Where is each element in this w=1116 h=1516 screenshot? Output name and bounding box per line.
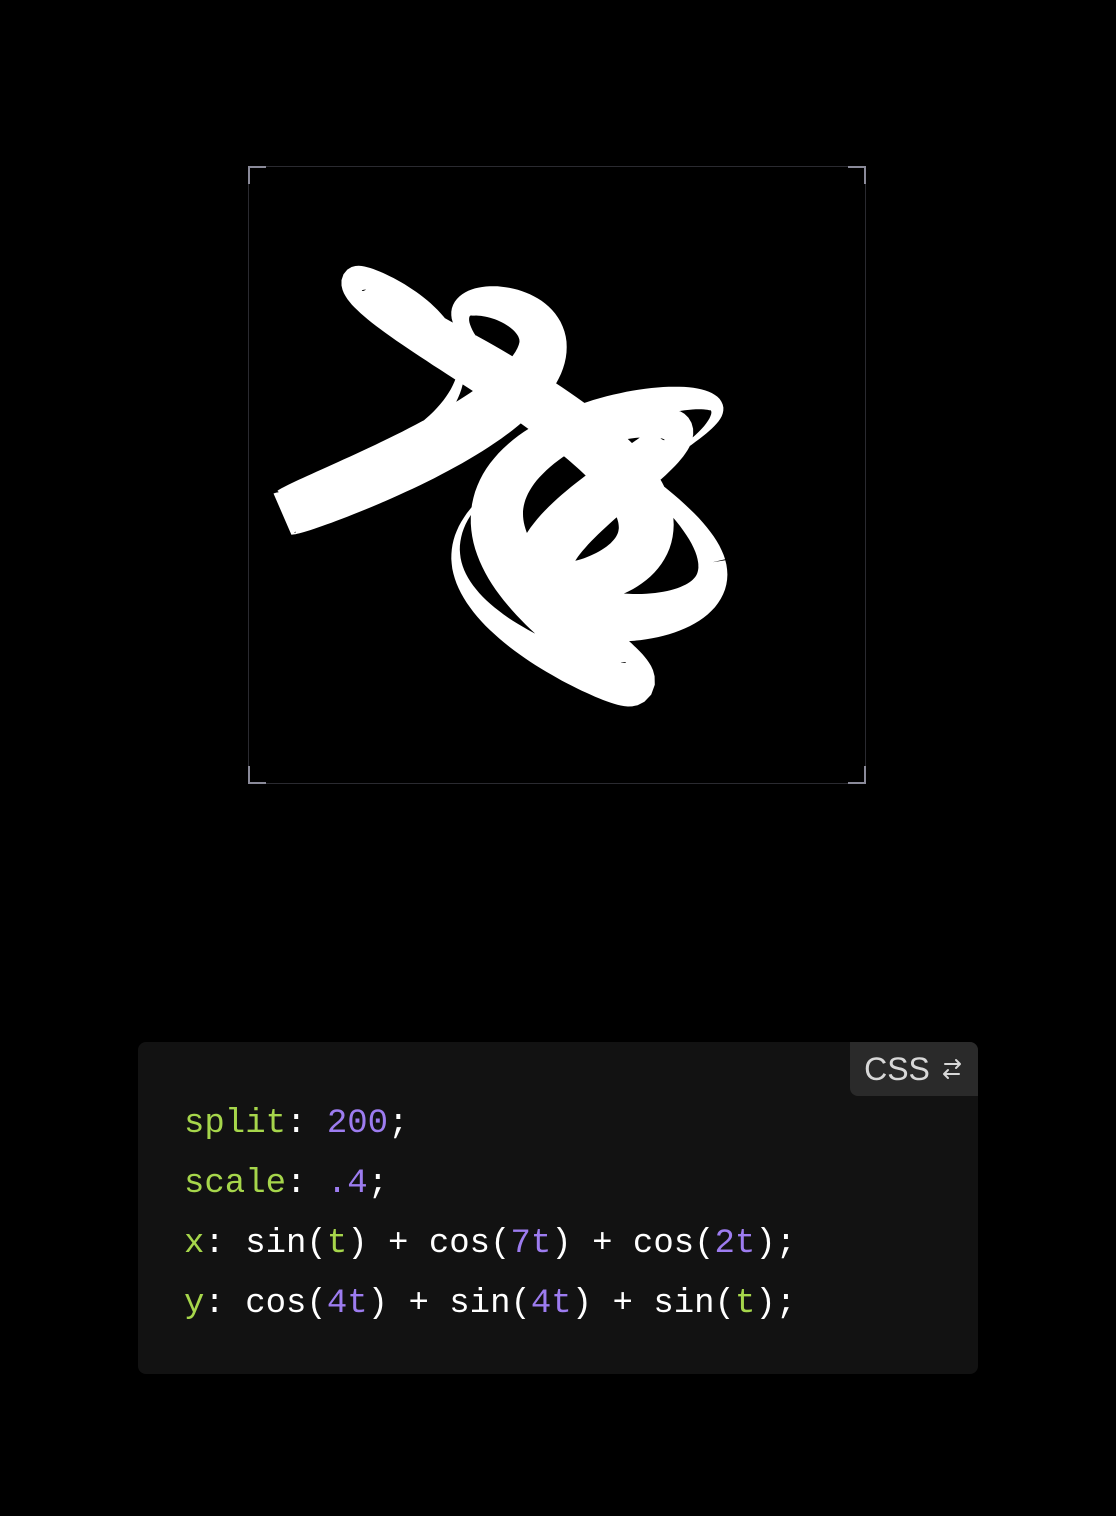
- code-line-scale: scale: .4;: [184, 1165, 389, 1203]
- code-variable: t: [326, 1225, 348, 1263]
- code-number: 4t: [530, 1285, 572, 1323]
- code-line-y: y: cos(4t) + sin(4t) + sin(t);: [184, 1285, 797, 1323]
- code-text: );: [755, 1285, 797, 1323]
- code-property: x: [184, 1225, 205, 1263]
- code-text: );: [755, 1225, 797, 1263]
- corner-mark-top-left: [248, 166, 266, 184]
- code-panel: CSS split: 200; scale: .4; x: sin(t) + cos…: [138, 1042, 978, 1374]
- code-variable: t: [734, 1285, 756, 1323]
- code-property: y: [184, 1285, 205, 1323]
- code-text: ) + sin(: [367, 1285, 531, 1323]
- language-toggle-button[interactable]: CSS: [850, 1042, 978, 1096]
- code-text: cos(: [245, 1285, 327, 1323]
- code-number: 7t: [510, 1225, 552, 1263]
- code-block[interactable]: split: 200; scale: .4; x: sin(t) + cos(7t)…: [184, 1094, 796, 1334]
- code-text: sin(: [245, 1225, 327, 1263]
- code-text: ) + sin(: [571, 1285, 735, 1323]
- curve-drawing: [273, 265, 728, 707]
- code-line-split: split: 200;: [184, 1105, 409, 1143]
- code-text: ;: [367, 1165, 389, 1203]
- code-number: 4t: [326, 1285, 368, 1323]
- corner-mark-top-right: [848, 166, 866, 184]
- code-text: ) + cos(: [347, 1225, 511, 1263]
- swap-arrows-icon: [942, 1059, 961, 1079]
- code-number: .4: [326, 1165, 368, 1203]
- language-label: CSS: [864, 1050, 930, 1087]
- preview-canvas: [248, 166, 866, 784]
- code-line-x: x: sin(t) + cos(7t) + cos(2t);: [184, 1225, 797, 1263]
- code-text: ;: [388, 1105, 409, 1143]
- code-number: 200: [326, 1105, 389, 1143]
- corner-mark-bottom-right: [848, 766, 866, 784]
- curve-ribbon: [273, 265, 728, 707]
- code-number: 2t: [714, 1225, 756, 1263]
- corner-mark-bottom-left: [248, 766, 266, 784]
- code-property: scale: [184, 1165, 287, 1203]
- code-property: split: [184, 1105, 287, 1143]
- code-text: ) + cos(: [551, 1225, 715, 1263]
